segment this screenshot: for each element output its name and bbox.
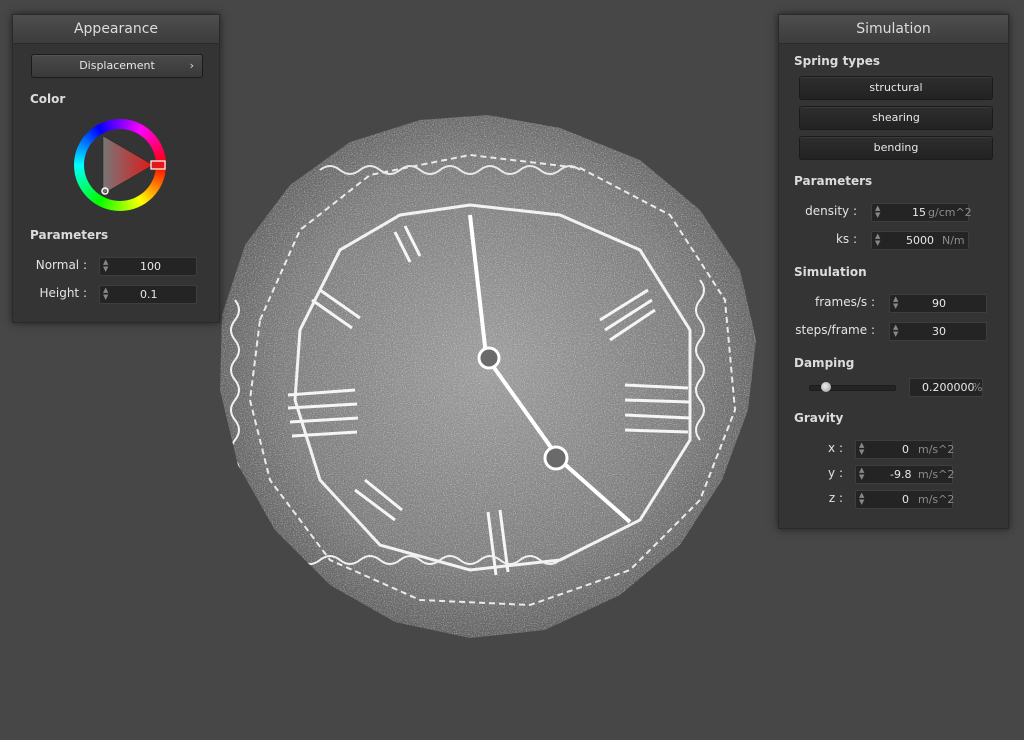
appearance-parameters-label: Parameters (30, 228, 109, 242)
spinner-arrows-icon[interactable]: ▲ ▼ (893, 324, 898, 338)
appearance-title: Appearance (13, 15, 219, 44)
spinner-arrows-icon[interactable]: ▲ ▼ (859, 467, 864, 481)
cloth-sphere (220, 115, 756, 638)
simulation-section-label: Simulation (794, 265, 867, 279)
simulation-panel: Simulation Spring types structural shear… (778, 14, 1009, 529)
shader-dropdown-label: Displacement (79, 59, 155, 72)
spinner-arrows-icon[interactable]: ▲ ▼ (893, 296, 898, 310)
spinner-arrows-icon[interactable]: ▲ ▼ (875, 233, 880, 247)
fps-input[interactable]: ▲ ▼ 90 (889, 294, 987, 313)
spinner-arrows-icon[interactable]: ▲ ▼ (859, 442, 864, 456)
spring-types-label: Spring types (794, 54, 881, 68)
simulation-title: Simulation (779, 15, 1008, 44)
bending-button[interactable]: bending (799, 136, 993, 160)
spinner-arrows-icon[interactable]: ▲ ▼ (859, 492, 864, 506)
fps-label: frames/s : (815, 295, 875, 309)
gravity-x-input[interactable]: ▲ ▼ 0 m/s^2 (855, 440, 954, 459)
gravity-label: Gravity (794, 411, 844, 425)
gravity-y-input[interactable]: ▲ ▼ -9.8 m/s^2 (855, 465, 954, 484)
chevron-right-icon: › (189, 59, 194, 72)
shader-dropdown[interactable]: Displacement › (31, 54, 203, 78)
height-input[interactable]: ▲ ▼ 0.1 (99, 285, 197, 304)
gravity-z-label: z : (828, 491, 843, 505)
spinner-arrows-icon[interactable]: ▲ ▼ (103, 287, 108, 301)
density-input[interactable]: ▲ ▼ 15 g/cm^2 (871, 203, 972, 222)
gravity-z-input[interactable]: ▲ ▼ 0 m/s^2 (855, 490, 954, 509)
damping-input[interactable]: 0.200000 % (909, 378, 983, 397)
shearing-button[interactable]: shearing (799, 106, 993, 130)
structural-button[interactable]: structural (799, 76, 993, 100)
sim-parameters-label: Parameters (794, 174, 873, 188)
color-wheel-picker[interactable] (73, 118, 167, 212)
ks-input[interactable]: ▲ ▼ 5000 N/m (871, 231, 969, 250)
steps-label: steps/frame : (795, 323, 875, 337)
height-label: Height : (39, 286, 87, 300)
damping-label: Damping (794, 356, 855, 370)
normal-input[interactable]: ▲ ▼ 100 (99, 257, 197, 276)
gravity-x-label: x : (828, 441, 843, 455)
spinner-arrows-icon[interactable]: ▲ ▼ (103, 259, 108, 273)
normal-label: Normal : (35, 258, 87, 272)
gravity-y-label: y : (828, 466, 843, 480)
damping-slider-handle[interactable] (821, 382, 831, 392)
appearance-panel: Appearance Displacement › Color Paramete… (12, 14, 220, 323)
ks-label: ks : (835, 232, 857, 246)
density-label: density : (805, 204, 857, 218)
steps-input[interactable]: ▲ ▼ 30 (889, 322, 987, 341)
spinner-arrows-icon[interactable]: ▲ ▼ (875, 205, 880, 219)
color-section-label: Color (30, 92, 66, 106)
